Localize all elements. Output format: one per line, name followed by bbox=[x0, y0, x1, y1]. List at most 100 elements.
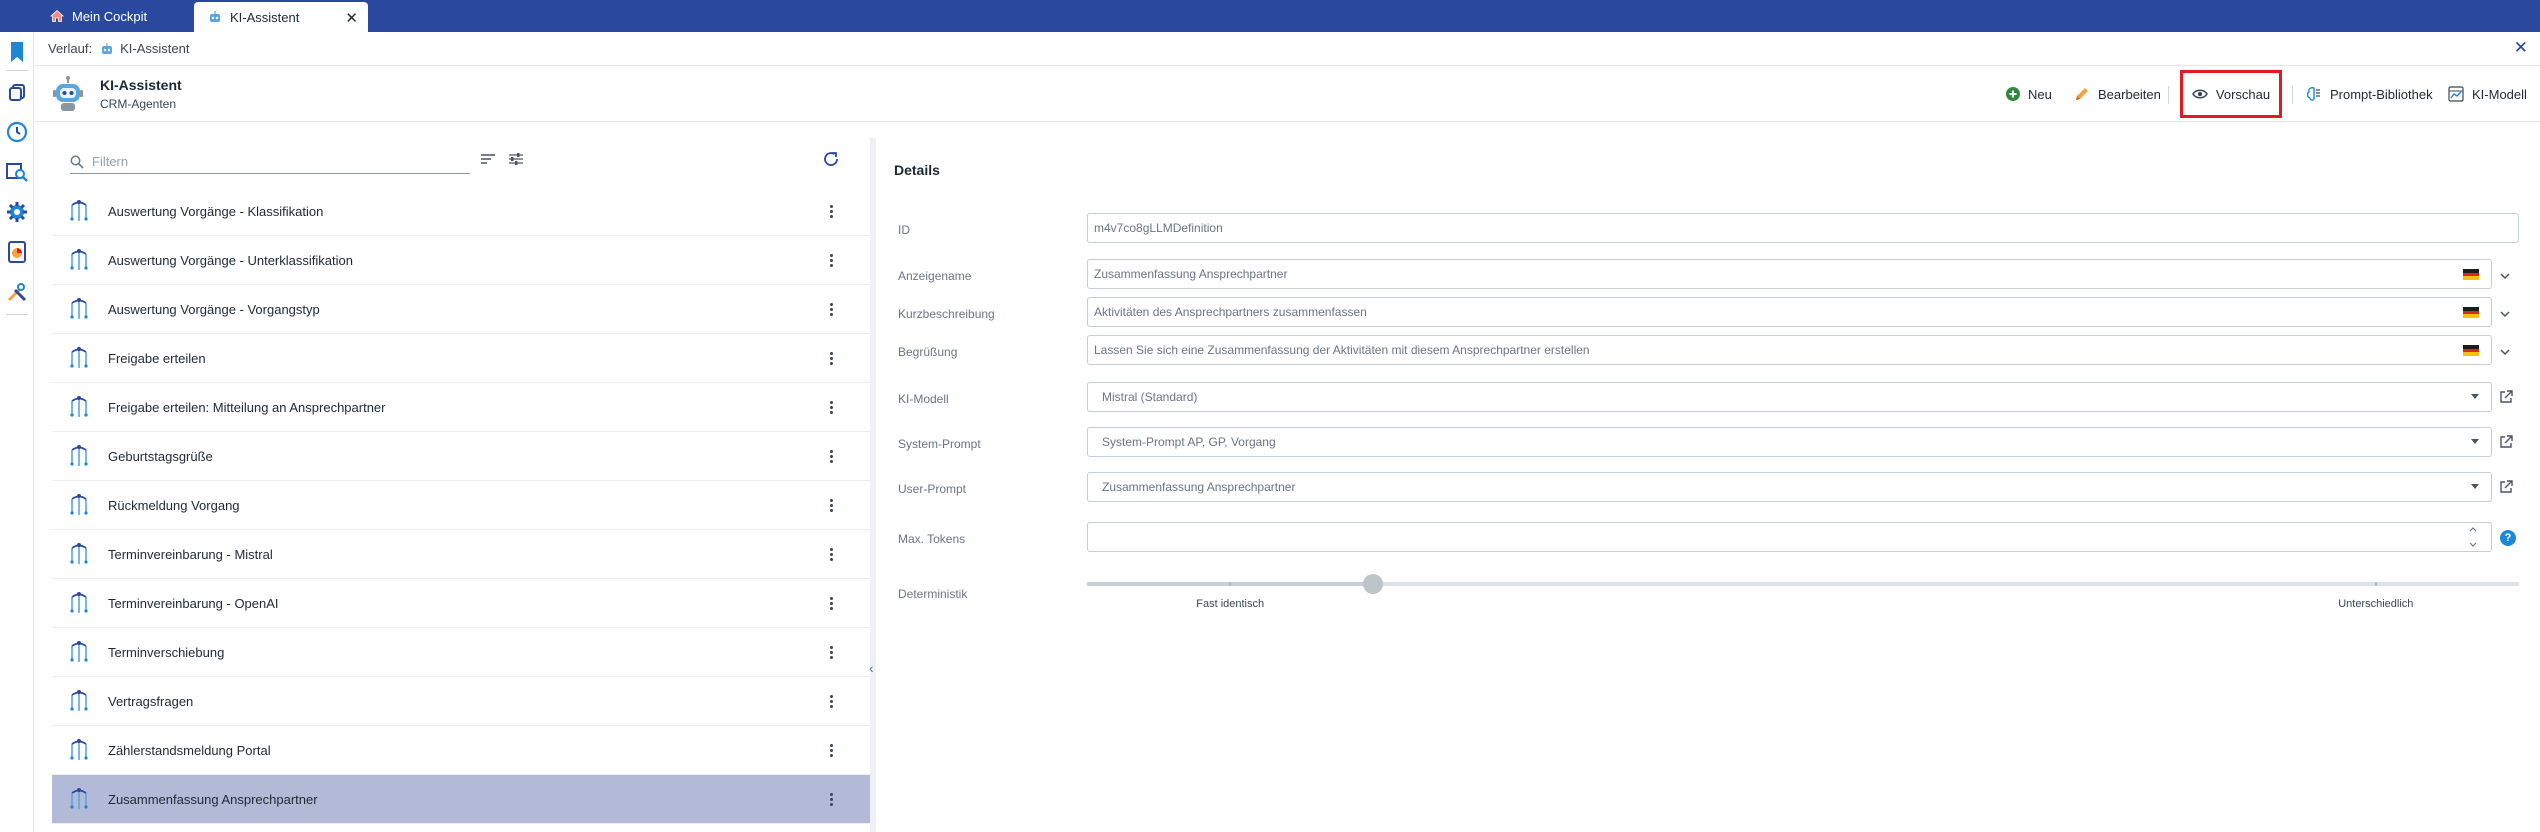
number-stepper[interactable] bbox=[2469, 526, 2477, 548]
agent-network-icon bbox=[70, 347, 88, 368]
greeting-field[interactable]: Lassen Sie sich eine Zusammenfassung der… bbox=[1087, 335, 2492, 365]
german-flag-icon[interactable] bbox=[2463, 345, 2479, 357]
breadcrumb: Verlauf: KI-Assistent ✕ bbox=[34, 32, 2540, 66]
agent-list-item[interactable]: Freigabe erteilen bbox=[52, 334, 870, 383]
agent-list-item[interactable]: Zusammenfassung Ansprechpartner bbox=[52, 775, 870, 824]
field-label-id: ID bbox=[898, 223, 910, 237]
eye-icon bbox=[2192, 89, 2208, 99]
german-flag-icon[interactable] bbox=[2463, 269, 2479, 281]
agent-network-icon bbox=[70, 200, 88, 221]
filter-field[interactable] bbox=[70, 150, 470, 174]
more-options-icon[interactable] bbox=[824, 250, 838, 270]
agent-network-icon bbox=[70, 445, 88, 466]
chevron-down-icon[interactable] bbox=[2498, 269, 2512, 283]
agent-network-icon bbox=[70, 494, 88, 515]
agent-list-item[interactable]: Zählerstandsmeldung Portal bbox=[52, 726, 870, 775]
more-options-icon[interactable] bbox=[824, 593, 838, 613]
tools-icon[interactable] bbox=[5, 280, 29, 304]
tab-ki-assistent[interactable]: KI-Assistent ✕ bbox=[194, 2, 368, 32]
agent-list-item-label: Vertragsfragen bbox=[108, 693, 194, 709]
chevron-down-icon[interactable] bbox=[2498, 345, 2512, 359]
user-prompt-value: Zusammenfassung Ansprechpartner bbox=[1102, 480, 1296, 494]
agent-list-item[interactable]: Geburtstagsgrüße bbox=[52, 432, 870, 481]
german-flag-icon[interactable] bbox=[2463, 307, 2479, 319]
home-icon bbox=[50, 9, 64, 22]
agent-network-icon bbox=[70, 543, 88, 564]
search-list-icon[interactable] bbox=[5, 160, 29, 184]
agent-list-item[interactable]: Auswertung Vorgänge - Klassifikation bbox=[52, 187, 870, 236]
details-panel: Details ID m4v7co8gLLMDefinition Anzeige… bbox=[876, 138, 2540, 832]
chevron-down-icon[interactable] bbox=[2469, 542, 2477, 548]
close-icon[interactable]: ✕ bbox=[345, 9, 358, 27]
agent-list-item[interactable]: Terminvereinbarung - Mistral bbox=[52, 530, 870, 579]
more-options-icon[interactable] bbox=[824, 299, 838, 319]
settings-gear-icon[interactable] bbox=[5, 200, 29, 224]
agent-list-item[interactable]: Vertragsfragen bbox=[52, 677, 870, 726]
agent-list-item[interactable]: Freigabe erteilen: Mitteilung an Ansprec… bbox=[52, 383, 870, 432]
more-options-icon[interactable] bbox=[824, 544, 838, 564]
prompt-library-button[interactable]: Prompt-Bibliothek bbox=[2306, 80, 2433, 108]
agent-list-item[interactable]: Auswertung Vorgänge - Unterklassifikatio… bbox=[52, 236, 870, 285]
id-field[interactable]: m4v7co8gLLMDefinition bbox=[1087, 213, 2519, 243]
agent-list-item[interactable]: Rückmeldung Vorgang bbox=[52, 481, 870, 530]
help-icon[interactable]: ? bbox=[2500, 530, 2516, 546]
copy-icon[interactable] bbox=[5, 80, 29, 104]
user-prompt-select[interactable]: Zusammenfassung Ansprechpartner bbox=[1087, 472, 2492, 502]
breadcrumb-item[interactable]: KI-Assistent bbox=[100, 41, 189, 56]
report-icon[interactable] bbox=[5, 240, 29, 264]
history-icon[interactable] bbox=[5, 120, 29, 144]
close-icon[interactable]: ✕ bbox=[2514, 38, 2528, 58]
agent-list-item-label: Freigabe erteilen: Mitteilung an Ansprec… bbox=[108, 399, 386, 415]
tune-icon[interactable] bbox=[508, 152, 524, 166]
more-options-icon[interactable] bbox=[824, 446, 838, 466]
agent-network-icon bbox=[70, 396, 88, 417]
determinism-slider-thumb[interactable] bbox=[1363, 574, 1384, 594]
agent-list-item-label: Terminvereinbarung - Mistral bbox=[108, 546, 273, 562]
more-options-icon[interactable] bbox=[824, 740, 838, 760]
bookmark-icon[interactable] bbox=[5, 40, 29, 64]
open-external-icon[interactable] bbox=[2498, 389, 2514, 405]
open-external-icon[interactable] bbox=[2498, 479, 2514, 495]
tab-mein-cockpit[interactable]: Mein Cockpit bbox=[36, 0, 192, 32]
field-label-deterministik: Deterministik bbox=[898, 587, 968, 601]
agent-list-item-label: Geburtstagsgrüße bbox=[108, 448, 213, 464]
ai-model-value: Mistral (Standard) bbox=[1102, 390, 1198, 404]
preview-button[interactable]: Vorschau bbox=[2180, 70, 2282, 118]
preview-button-label: Vorschau bbox=[2215, 86, 2271, 102]
open-external-icon[interactable] bbox=[2498, 434, 2514, 450]
agent-list: Auswertung Vorgänge - Klassifikation Ausw… bbox=[52, 187, 870, 824]
short-description-field[interactable]: Aktivitäten des Ansprechpartners zusamme… bbox=[1087, 297, 2492, 327]
filter-input[interactable] bbox=[92, 154, 452, 169]
agent-list-item[interactable]: Terminverschiebung bbox=[52, 628, 870, 677]
more-options-icon[interactable] bbox=[824, 348, 838, 368]
ai-model-button[interactable]: KI-Modell bbox=[2448, 80, 2527, 108]
more-options-icon[interactable] bbox=[824, 201, 838, 221]
more-options-icon[interactable] bbox=[824, 495, 838, 515]
tab-label: Mein Cockpit bbox=[72, 8, 148, 24]
system-prompt-select[interactable]: System-Prompt AP, GP, Vorgang bbox=[1087, 427, 2492, 457]
field-label-ki-modell: KI-Modell bbox=[898, 392, 949, 406]
chevron-down-icon[interactable] bbox=[2498, 307, 2512, 321]
more-options-icon[interactable] bbox=[824, 397, 838, 417]
agent-network-icon bbox=[70, 739, 88, 760]
agent-list-item-label: Auswertung Vorgänge - Klassifikation bbox=[108, 203, 324, 219]
ai-model-select[interactable]: Mistral (Standard) bbox=[1087, 382, 2492, 412]
agent-list-item[interactable]: Auswertung Vorgänge - Vorgangstyp bbox=[52, 285, 870, 334]
chevron-up-icon[interactable] bbox=[2469, 526, 2477, 532]
app-rail bbox=[0, 32, 34, 832]
collapse-left-icon[interactable]: ‹ bbox=[869, 660, 874, 676]
new-button[interactable]: Neu bbox=[2006, 80, 2052, 108]
dropdown-arrow-icon bbox=[2471, 484, 2479, 489]
display-name-field[interactable]: Zusammenfassung Ansprechpartner bbox=[1087, 259, 2492, 289]
max-tokens-field[interactable] bbox=[1087, 522, 2492, 552]
more-options-icon[interactable] bbox=[824, 642, 838, 662]
greeting-value: Lassen Sie sich eine Zusammenfassung der… bbox=[1094, 343, 1590, 357]
refresh-icon[interactable] bbox=[822, 150, 840, 168]
sort-icon[interactable] bbox=[480, 152, 496, 166]
agent-network-icon bbox=[70, 249, 88, 270]
edit-button[interactable]: Bearbeiten bbox=[2074, 80, 2161, 108]
agent-list-item[interactable]: Terminvereinbarung - OpenAI bbox=[52, 579, 870, 628]
more-options-icon[interactable] bbox=[824, 691, 838, 711]
display-name-value: Zusammenfassung Ansprechpartner bbox=[1094, 267, 1288, 281]
more-options-icon[interactable] bbox=[824, 789, 838, 809]
